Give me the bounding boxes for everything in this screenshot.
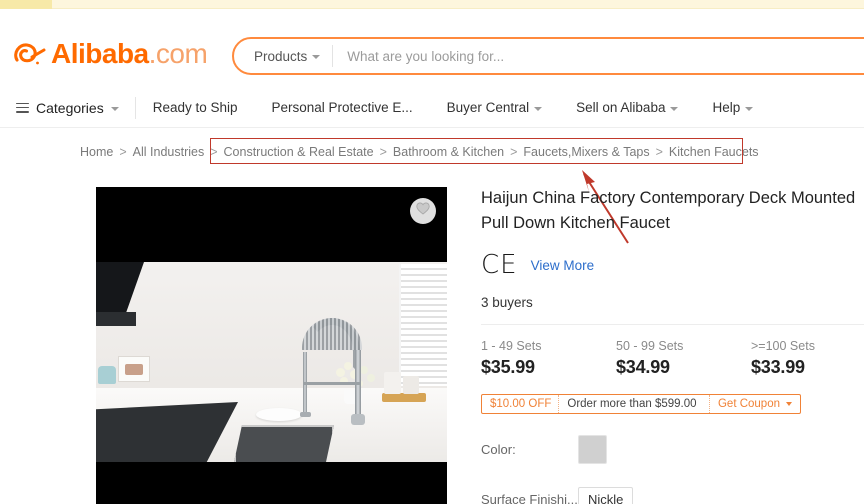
product-photo: [96, 262, 447, 462]
main-navigation: Categories Ready to Ship Personal Protec…: [0, 88, 864, 128]
breadcrumb-separator: >: [510, 145, 518, 159]
price-tier: >=100 Sets $33.99: [751, 339, 864, 378]
coupon-banner[interactable]: $10.00 OFF Order more than $599.00 Get C…: [481, 394, 801, 414]
nav-item-label: Help: [712, 100, 741, 115]
product-title: Haijun China Factory Contemporary Deck M…: [481, 189, 860, 232]
breadcrumb-item-home[interactable]: Home: [80, 145, 113, 159]
color-swatch-option[interactable]: [578, 434, 607, 464]
page-root: Alibaba.com Products Categories Ready to…: [0, 0, 864, 504]
get-coupon-label: Get Coupon: [717, 398, 780, 410]
search-category-selector[interactable]: Products: [234, 45, 334, 67]
chevron-down-icon: [745, 106, 754, 111]
nav-item-help[interactable]: Help: [695, 100, 770, 115]
price-tier: 1 - 49 Sets $35.99: [481, 339, 616, 378]
chevron-down-icon: [312, 55, 321, 59]
price-tier-quantity: >=100 Sets: [751, 339, 815, 353]
nav-item-label: Ready to Ship: [152, 100, 238, 115]
nav-item-sell-on-alibaba[interactable]: Sell on Alibaba: [559, 100, 695, 115]
breadcrumb-item-construction-real-estate[interactable]: Construction & Real Estate: [224, 145, 374, 159]
breadcrumb-separator: >: [210, 145, 218, 159]
nav-item-personal-protective-equipment[interactable]: Personal Protective E...: [255, 100, 430, 115]
logo-wordmark: Alibaba.com: [51, 38, 208, 69]
attribute-label: Color:: [481, 441, 516, 457]
price-tier-quantity: 50 - 99 Sets: [616, 339, 684, 353]
certification-row: CE View More: [481, 252, 864, 278]
heart-icon: [416, 202, 430, 220]
price-tier-quantity: 1 - 49 Sets: [481, 339, 542, 353]
price-tier-list: 1 - 49 Sets $35.99 50 - 99 Sets $34.99 >…: [481, 339, 864, 378]
nav-item-label: Sell on Alibaba: [576, 100, 666, 115]
attribute-row-surface-finishing: Surface Finishi... Nickle: [481, 484, 864, 504]
promo-strip: [0, 0, 864, 9]
breadcrumb-item-kitchen-faucets[interactable]: Kitchen Faucets: [669, 145, 759, 159]
favorite-button[interactable]: [410, 198, 436, 224]
logo-brand-text: Alibaba: [51, 38, 149, 69]
info-divider: [481, 324, 864, 325]
chevron-down-icon: [534, 106, 543, 111]
attribute-label: Surface Finishi...: [481, 491, 578, 504]
price-tier-amount: $33.99: [751, 357, 805, 377]
nav-item-label: Personal Protective E...: [271, 100, 413, 115]
alibaba-swoosh-icon: [13, 39, 49, 69]
nav-categories-button[interactable]: Categories: [0, 96, 136, 119]
breadcrumb-item-faucets-mixers-taps[interactable]: Faucets,Mixers & Taps: [523, 145, 649, 159]
buyers-count: 3 buyers: [481, 295, 533, 310]
chevron-down-icon: [110, 106, 119, 111]
breadcrumb-separator: >: [655, 145, 663, 159]
coupon-condition-label: Order more than $599.00: [559, 395, 710, 413]
site-header: Alibaba.com Products: [0, 9, 864, 88]
search-input[interactable]: [333, 48, 864, 64]
view-more-link[interactable]: View More: [531, 258, 595, 273]
search-bar[interactable]: Products: [232, 37, 864, 75]
attribute-row-color: Color:: [481, 434, 864, 464]
nav-item-label: Buyer Central: [446, 100, 530, 115]
ce-mark-icon: CE: [481, 250, 518, 280]
price-tier-amount: $34.99: [616, 357, 670, 377]
coupon-discount-label: $10.00 OFF: [482, 395, 560, 413]
hamburger-menu-icon: [16, 102, 29, 113]
surface-finishing-option[interactable]: Nickle: [578, 486, 634, 504]
promo-strip-accent: [0, 0, 52, 9]
logo-tld-text: .com: [148, 38, 208, 69]
product-info-panel: Haijun China Factory Contemporary Deck M…: [481, 186, 864, 504]
nav-item-ready-to-ship[interactable]: Ready to Ship: [136, 100, 255, 115]
breadcrumb-item-all-industries[interactable]: All Industries: [133, 145, 205, 159]
breadcrumb-item-bathroom-kitchen[interactable]: Bathroom & Kitchen: [393, 145, 504, 159]
price-tier: 50 - 99 Sets $34.99: [616, 339, 751, 378]
breadcrumb: Home > All Industries > Construction & R…: [0, 140, 864, 164]
breadcrumb-separator: >: [379, 145, 387, 159]
breadcrumb-separator: >: [119, 145, 127, 159]
nav-item-buyer-central[interactable]: Buyer Central: [430, 100, 560, 115]
alibaba-logo[interactable]: Alibaba.com: [13, 37, 208, 71]
get-coupon-button[interactable]: Get Coupon: [710, 395, 800, 413]
search-category-label: Products: [254, 48, 308, 64]
product-gallery[interactable]: [96, 187, 447, 504]
nav-categories-label: Categories: [36, 99, 104, 116]
price-tier-amount: $35.99: [481, 357, 535, 377]
chevron-down-icon: [786, 402, 792, 406]
chevron-down-icon: [670, 106, 679, 111]
